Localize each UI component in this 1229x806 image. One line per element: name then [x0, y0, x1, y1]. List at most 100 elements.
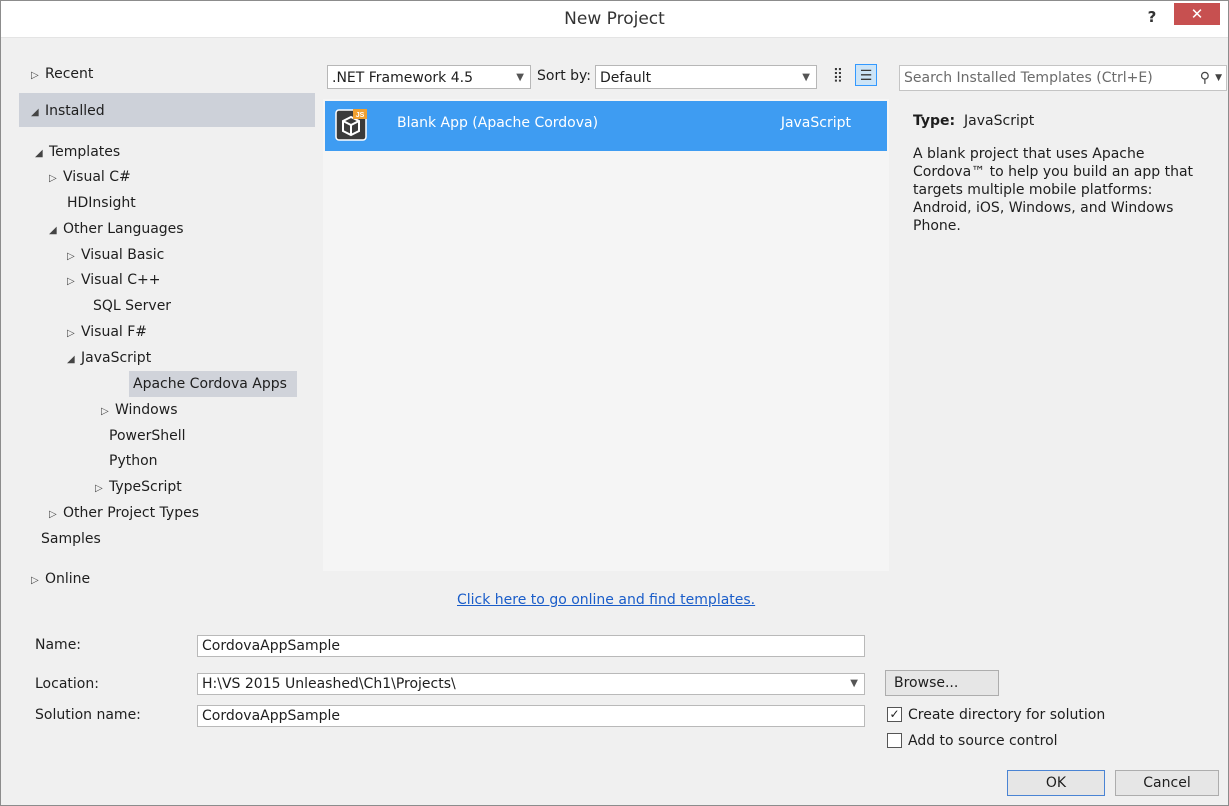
- tree-label: Visual F#: [81, 324, 148, 340]
- chevron-down-icon[interactable]: ▼: [516, 66, 524, 90]
- expand-arrow-icon[interactable]: ▷: [31, 65, 45, 87]
- tree-label: Visual C++: [81, 272, 161, 288]
- name-value: CordovaAppSample: [202, 638, 341, 654]
- cordova-js-icon: JS: [335, 109, 367, 141]
- tree-item-hdinsight[interactable]: HDInsight: [67, 192, 136, 214]
- type-label: Type:: [913, 113, 956, 129]
- tree-item-installed[interactable]: ◢ Installed: [31, 100, 105, 122]
- tree-label: Visual Basic: [81, 247, 165, 263]
- location-input[interactable]: H:\VS 2015 Unleashed\Ch1\Projects\ ▼: [197, 673, 865, 695]
- tree-label: PowerShell: [109, 428, 186, 444]
- template-toolbar: .NET Framework 4.5 ▼ Sort by: Default ▼ …: [323, 63, 889, 91]
- framework-value: .NET Framework 4.5: [332, 70, 473, 86]
- framework-select[interactable]: .NET Framework 4.5 ▼: [327, 65, 531, 89]
- name-input[interactable]: CordovaAppSample: [197, 635, 865, 657]
- tree-label: Other Project Types: [63, 505, 200, 521]
- tree-item-powershell[interactable]: PowerShell: [109, 425, 185, 447]
- tree-label: Samples: [41, 531, 101, 547]
- solution-name-value: CordovaAppSample: [202, 708, 341, 724]
- type-value: JavaScript: [964, 113, 1035, 129]
- tree-label: Installed: [45, 103, 105, 119]
- expand-arrow-icon[interactable]: ▷: [95, 478, 109, 500]
- tree-label: TypeScript: [109, 479, 182, 495]
- chevron-down-icon[interactable]: ▼: [802, 66, 810, 90]
- template-language: JavaScript: [780, 115, 851, 131]
- browse-button[interactable]: Browse...: [885, 670, 999, 696]
- tree-label: Windows: [115, 402, 178, 418]
- name-label: Name:: [35, 637, 82, 653]
- tree-label: Recent: [45, 66, 94, 82]
- sort-select[interactable]: Default ▼: [595, 65, 817, 89]
- tree-label: Apache Cordova Apps: [133, 376, 287, 392]
- expand-arrow-icon[interactable]: ▷: [67, 271, 81, 293]
- create-directory-label: Create directory for solution: [908, 707, 1106, 723]
- expand-arrow-icon[interactable]: ▷: [31, 570, 45, 592]
- tree-item-windows[interactable]: ▷ Windows: [101, 399, 178, 421]
- tree-label: SQL Server: [93, 298, 172, 314]
- expand-arrow-icon[interactable]: ▷: [49, 168, 63, 190]
- list-item-blank-app[interactable]: JS Blank App (Apache Cordova) JavaScript: [325, 101, 887, 151]
- collapse-arrow-icon[interactable]: ◢: [31, 102, 45, 124]
- tree-item-recent[interactable]: ▷ Recent: [31, 63, 93, 85]
- medium-icons-view-icon[interactable]: ⣿: [827, 64, 849, 86]
- tree-item-python[interactable]: Python: [109, 450, 158, 472]
- tree-label: Other Languages: [63, 221, 184, 237]
- template-name: Blank App (Apache Cordova): [397, 115, 599, 131]
- tree-item-templates[interactable]: ◢ Templates: [35, 141, 120, 163]
- tree-item-visual-basic[interactable]: ▷ Visual Basic: [67, 244, 164, 266]
- expand-arrow-icon[interactable]: ▷: [67, 323, 81, 345]
- solution-name-label: Solution name:: [35, 707, 141, 723]
- tree-item-other-languages[interactable]: ◢ Other Languages: [49, 218, 184, 240]
- help-button[interactable]: ?: [1138, 5, 1166, 29]
- search-placeholder: Search Installed Templates (Ctrl+E): [904, 70, 1153, 86]
- tree-item-javascript[interactable]: ◢ JavaScript: [67, 347, 151, 369]
- chevron-down-icon[interactable]: ▼: [1215, 66, 1222, 90]
- search-icon[interactable]: ⚲: [1200, 66, 1210, 90]
- solution-name-input[interactable]: CordovaAppSample: [197, 705, 865, 727]
- template-description: A blank project that uses Apache Cordova…: [913, 146, 1194, 234]
- source-control-label: Add to source control: [908, 733, 1058, 749]
- tree-item-apache-cordova-apps[interactable]: Apache Cordova Apps: [133, 373, 287, 395]
- location-value: H:\VS 2015 Unleashed\Ch1\Projects\: [202, 676, 456, 692]
- chevron-down-icon[interactable]: ▼: [850, 674, 858, 694]
- source-control-checkbox[interactable]: Add to source control: [887, 731, 1058, 751]
- checkbox-checked-icon[interactable]: ✓: [887, 706, 902, 722]
- cancel-button[interactable]: Cancel: [1115, 770, 1219, 796]
- tree-item-sql-server[interactable]: SQL Server: [93, 295, 171, 317]
- expand-arrow-icon[interactable]: ▷: [67, 246, 81, 268]
- checkbox-empty-icon[interactable]: [887, 732, 902, 748]
- collapse-arrow-icon[interactable]: ◢: [67, 349, 81, 371]
- sort-label: Sort by:: [537, 68, 592, 84]
- template-list: JS Blank App (Apache Cordova) JavaScript: [323, 99, 889, 571]
- tree-item-samples[interactable]: Samples: [41, 528, 101, 550]
- tree-item-visual-fs[interactable]: ▷ Visual F#: [67, 321, 147, 343]
- tree-label: Online: [45, 571, 91, 587]
- template-type: Type: JavaScript: [913, 113, 1034, 129]
- close-button[interactable]: ✕: [1174, 3, 1220, 25]
- template-details: Type: JavaScript A blank project that us…: [899, 101, 1217, 571]
- tree-label: JavaScript: [81, 350, 152, 366]
- collapse-arrow-icon[interactable]: ◢: [49, 220, 63, 242]
- expand-arrow-icon[interactable]: ▷: [49, 504, 63, 526]
- tree-label: HDInsight: [67, 195, 136, 211]
- list-view-icon[interactable]: ☰: [855, 64, 877, 86]
- tree-item-visual-cs[interactable]: ▷ Visual C#: [49, 166, 131, 188]
- tree-item-visual-cpp[interactable]: ▷ Visual C++: [67, 269, 160, 291]
- tree-label: Python: [109, 453, 158, 469]
- new-project-dialog: New Project ? ✕ ▷ Recent ◢ Installed ◢ Temp…: [0, 0, 1229, 806]
- tree-item-typescript[interactable]: ▷ TypeScript: [95, 476, 182, 498]
- tree-label: Templates: [49, 144, 121, 160]
- online-templates-link[interactable]: Click here to go online and find templat…: [457, 592, 755, 608]
- svg-text:JS: JS: [356, 112, 365, 119]
- ok-button[interactable]: OK: [1007, 770, 1105, 796]
- tree-item-online[interactable]: ▷ Online: [31, 568, 90, 590]
- expand-arrow-icon[interactable]: ▷: [101, 401, 115, 423]
- sort-value: Default: [600, 70, 652, 86]
- search-input[interactable]: Search Installed Templates (Ctrl+E) ⚲ ▼: [899, 65, 1227, 91]
- tree-label: Visual C#: [63, 169, 131, 185]
- dialog-title: New Project: [564, 9, 665, 29]
- location-label: Location:: [35, 676, 99, 692]
- create-directory-checkbox[interactable]: ✓ Create directory for solution: [887, 705, 1105, 725]
- collapse-arrow-icon[interactable]: ◢: [35, 143, 49, 165]
- tree-item-other-project-types[interactable]: ▷ Other Project Types: [49, 502, 199, 524]
